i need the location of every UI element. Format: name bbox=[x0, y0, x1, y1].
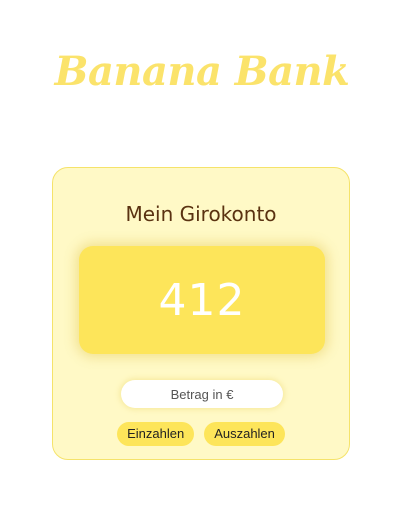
amount-input[interactable] bbox=[121, 380, 283, 408]
balance-value: 412 bbox=[158, 274, 246, 326]
balance-display: 412 bbox=[79, 246, 325, 354]
account-card: Mein Girokonto 412 Einzahlen Auszahlen bbox=[52, 167, 350, 460]
deposit-button[interactable]: Einzahlen bbox=[117, 422, 195, 446]
action-row: Einzahlen Auszahlen bbox=[53, 422, 349, 446]
account-title: Mein Girokonto bbox=[125, 202, 277, 226]
app-title: Banana Bank bbox=[54, 48, 350, 95]
withdraw-button[interactable]: Auszahlen bbox=[204, 422, 285, 446]
